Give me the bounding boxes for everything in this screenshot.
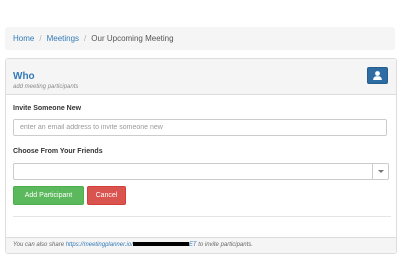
breadcrumb-separator: / xyxy=(84,34,87,43)
share-link-end: ET xyxy=(188,242,197,248)
panel-footer: You can also share https://meetingplanne… xyxy=(6,237,396,253)
select-toggle[interactable] xyxy=(372,164,388,179)
friends-select[interactable] xyxy=(13,163,389,180)
add-participant-button[interactable]: Add Participant xyxy=(13,186,84,205)
email-invite-input[interactable] xyxy=(13,119,387,136)
share-link-start: https://meetingplanner.io/ xyxy=(65,242,133,248)
cancel-button[interactable]: Cancel xyxy=(87,186,126,205)
footer-text: You can also share xyxy=(13,242,65,248)
invite-label: Invite Someone New xyxy=(13,105,82,112)
panel-subtitle: add meeting participants xyxy=(13,84,79,90)
redacted-mark xyxy=(132,242,189,247)
divider xyxy=(13,216,391,217)
breadcrumb-separator: / xyxy=(39,34,42,43)
user-icon xyxy=(373,71,382,80)
breadcrumb-current: Our Upcoming Meeting xyxy=(91,34,174,43)
footer-text-after: to invite participants. xyxy=(198,242,253,248)
share-link[interactable]: https://meetingplanner.io/ET xyxy=(66,242,197,248)
friends-label: Choose From Your Friends xyxy=(13,148,103,155)
breadcrumb: Home / Meetings / Our Upcoming Meeting xyxy=(5,27,395,50)
panel-title: Who xyxy=(13,71,35,82)
add-user-button[interactable] xyxy=(367,67,388,84)
panel-heading: Who add meeting participants xyxy=(6,59,396,95)
breadcrumb-home-link[interactable]: Home xyxy=(13,34,34,43)
chevron-down-icon xyxy=(378,170,384,173)
participants-panel: Who add meeting participants Invite Some… xyxy=(5,58,397,254)
breadcrumb-meetings-link[interactable]: Meetings xyxy=(47,34,79,43)
